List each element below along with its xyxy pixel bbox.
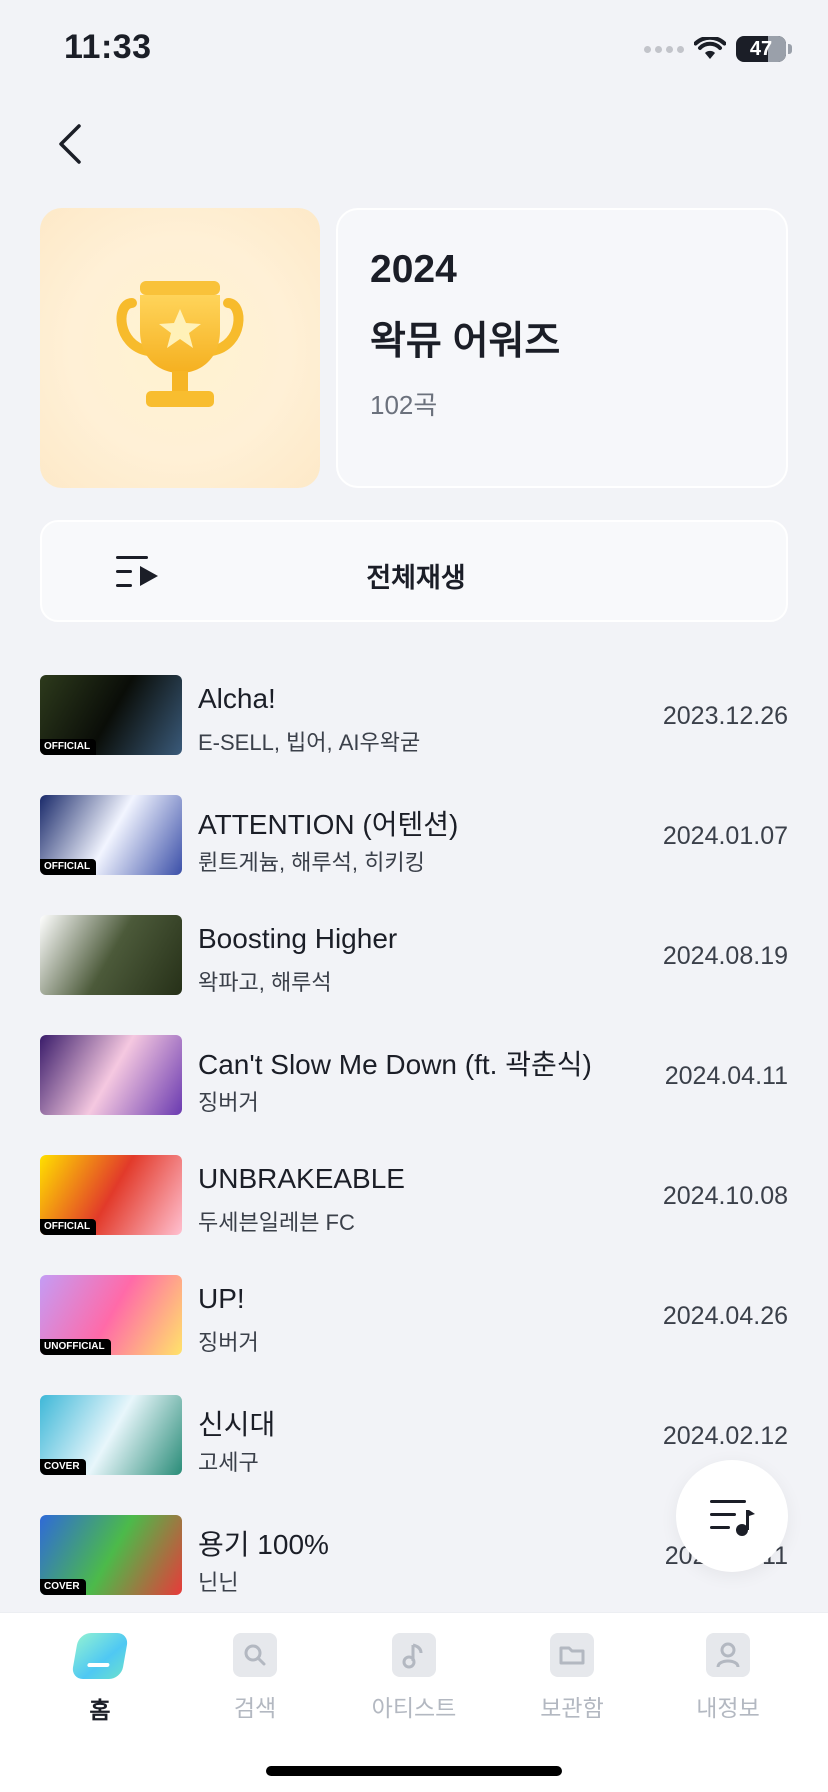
song-artist: 고세구	[198, 1450, 259, 1475]
home-icon	[70, 1633, 130, 1679]
song-thumbnail	[40, 915, 182, 995]
status-indicators: 47	[644, 34, 792, 64]
battery-level: 47	[749, 38, 773, 60]
tab-home-label: 홈	[89, 1697, 111, 1723]
song-title: 신시대	[198, 1409, 276, 1440]
song-type-badge: COVER	[40, 1579, 86, 1595]
song-type-badge: UNOFFICIAL	[40, 1339, 111, 1355]
playlist-music-icon	[710, 1500, 755, 1536]
song-title: Boosting Higher	[198, 923, 398, 954]
song-artist: 륀트게늄, 해루석, 히키킹	[198, 850, 425, 875]
tab-bar: 홈 검색 아티스트 보관함 내정보	[0, 1612, 828, 1792]
play-all-label: 전체재생	[366, 563, 466, 593]
battery-icon: 47	[736, 36, 786, 62]
song-row[interactable]: Boosting Higher 왁파고, 해루석 2024.08.19	[0, 905, 828, 1025]
chevron-left-icon	[59, 124, 81, 164]
song-release-date: 2024.08.19	[662, 942, 788, 970]
song-type-badge: OFFICIAL	[40, 859, 97, 875]
status-time: 11:33	[64, 28, 152, 66]
song-type-badge: OFFICIAL	[40, 739, 97, 755]
playlist-year: 2024	[370, 248, 457, 291]
song-title: ATTENTION (어텐션)	[198, 809, 459, 840]
song-row[interactable]: OFFICIAL ATTENTION (어텐션) 륀트게늄, 해루석, 히키킹 202…	[0, 785, 828, 905]
song-artist: 두세븐일레븐 FC	[198, 1210, 355, 1235]
tab-library[interactable]: 보관함	[512, 1633, 632, 1733]
playlist-title: 왁뮤 어워즈	[370, 320, 561, 363]
song-type-badge: COVER	[40, 1459, 86, 1475]
profile-icon	[706, 1633, 750, 1677]
song-thumbnail: OFFICIAL	[40, 675, 182, 755]
screen: 11:33 47 2024 왁뮤 어워즈 102곡 전체재생 OFFICIAL …	[0, 0, 828, 1792]
song-row[interactable]: Can't Slow Me Down (ft. 곽춘식) 징버거 2024.04.1…	[0, 1025, 828, 1145]
home-indicator	[266, 1766, 562, 1776]
playlist-song-count: 102곡	[370, 390, 438, 420]
song-release-date: 2024.04.11	[664, 1062, 788, 1090]
song-title: Can't Slow Me Down (ft. 곽춘식)	[198, 1049, 592, 1080]
song-artist: 왁파고, 해루석	[198, 970, 332, 995]
song-title: UNBRAKEABLE	[198, 1163, 405, 1194]
song-thumbnail: COVER	[40, 1515, 182, 1595]
song-release-date: 2024.04.26	[662, 1302, 788, 1330]
tab-artist[interactable]: 아티스트	[354, 1633, 474, 1733]
song-thumbnail: COVER	[40, 1395, 182, 1475]
playlist-info-card: 2024 왁뮤 어워즈 102곡	[336, 208, 788, 488]
cellular-signal-icon	[644, 45, 684, 53]
song-title: Alcha!	[198, 683, 276, 714]
song-release-date: 2024.02.12	[662, 1422, 788, 1450]
song-release-date: 2023.12.26	[662, 702, 788, 730]
tab-search-label: 검색	[233, 1695, 277, 1721]
tab-artist-label: 아티스트	[371, 1695, 457, 1721]
song-artist: 징버거	[198, 1330, 259, 1355]
folder-icon	[550, 1633, 594, 1677]
search-icon	[233, 1633, 277, 1677]
song-row[interactable]: UNOFFICIAL UP! 징버거 2024.04.26	[0, 1265, 828, 1385]
song-artist: 닌닌	[198, 1570, 239, 1595]
song-title: UP!	[198, 1283, 245, 1314]
song-thumbnail	[40, 1035, 182, 1115]
tab-home[interactable]: 홈	[40, 1633, 160, 1733]
now-playing-list-button[interactable]	[676, 1460, 788, 1572]
song-thumbnail: OFFICIAL	[40, 795, 182, 875]
song-row[interactable]: OFFICIAL UNBRAKEABLE 두세븐일레븐 FC 2024.10.08	[0, 1145, 828, 1265]
playlist-cover	[40, 208, 320, 488]
song-thumbnail: UNOFFICIAL	[40, 1275, 182, 1355]
song-row[interactable]: OFFICIAL Alcha! E-SELL, 빕어, AI우왁굳 2023.12.2…	[0, 665, 828, 785]
music-note-icon	[392, 1633, 436, 1677]
song-artist: 징버거	[198, 1090, 259, 1115]
song-artist: E-SELL, 빕어, AI우왁굳	[198, 730, 421, 755]
song-type-badge: OFFICIAL	[40, 1219, 97, 1235]
trophy-icon	[116, 281, 244, 407]
tab-search[interactable]: 검색	[195, 1633, 315, 1733]
song-title: 용기 100%	[198, 1529, 329, 1560]
wifi-icon	[694, 37, 726, 59]
tab-library-label: 보관함	[540, 1695, 604, 1721]
song-thumbnail: OFFICIAL	[40, 1155, 182, 1235]
play-all-button[interactable]: 전체재생	[40, 520, 788, 622]
tab-profile[interactable]: 내정보	[668, 1633, 788, 1733]
tab-profile-label: 내정보	[696, 1695, 760, 1721]
song-release-date: 2024.01.07	[662, 822, 788, 850]
song-release-date: 2024.10.08	[662, 1182, 788, 1210]
back-button[interactable]	[46, 118, 94, 170]
status-bar: 11:33 47	[0, 0, 828, 100]
